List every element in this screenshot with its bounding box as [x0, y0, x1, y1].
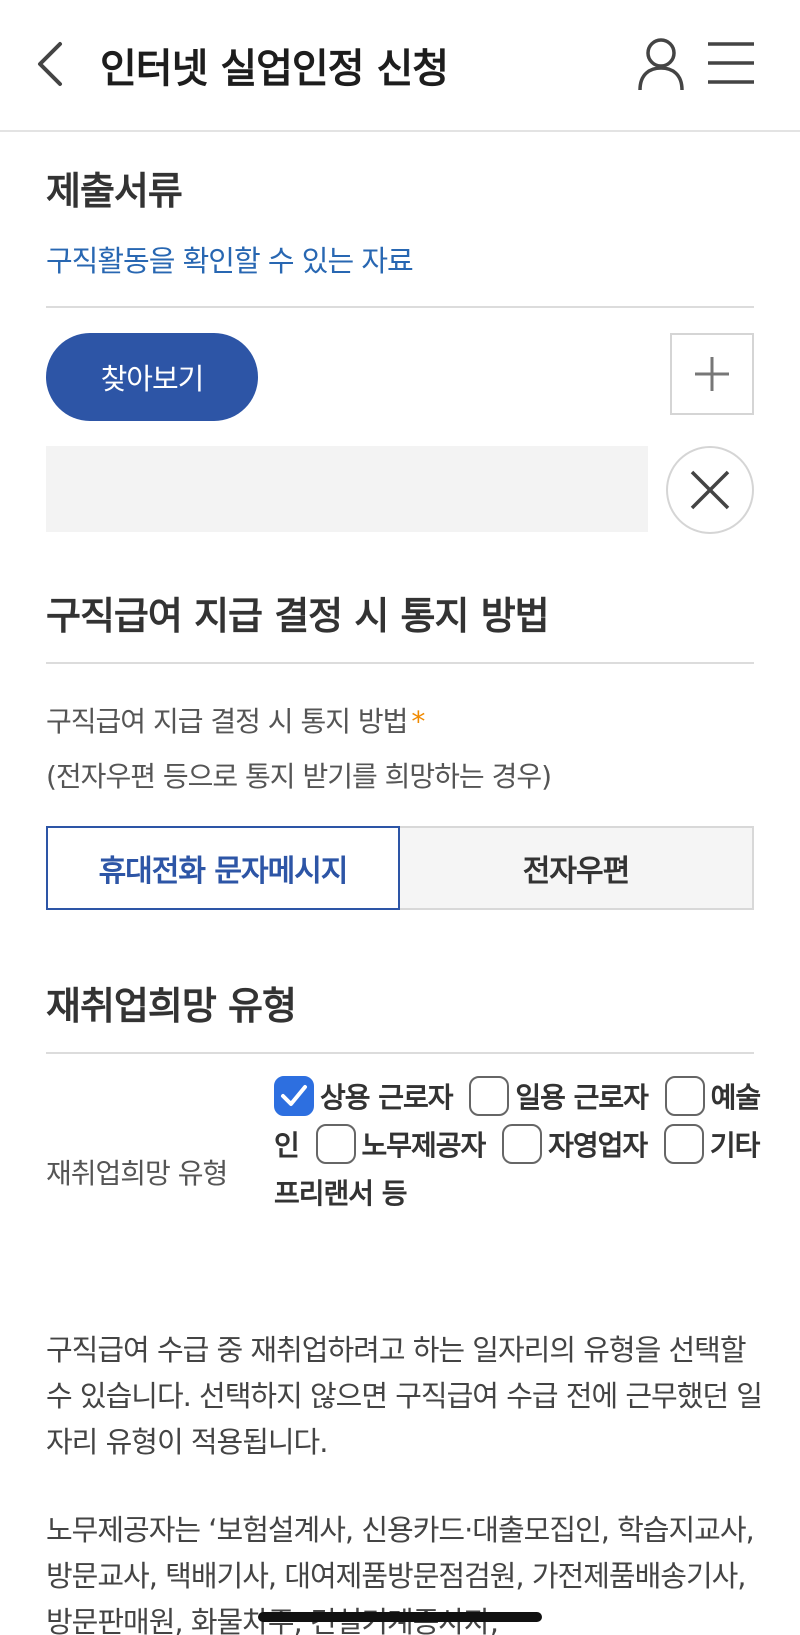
menu-button[interactable]: [706, 40, 756, 86]
divider: [46, 662, 754, 664]
documents-heading: 제출서류: [46, 169, 183, 213]
option-email[interactable]: 전자우편: [400, 826, 754, 910]
browse-button[interactable]: 찾아보기: [46, 333, 258, 421]
divider: [46, 306, 754, 308]
checkbox[interactable]: [315, 1124, 356, 1164]
reemployment-options: 상용 근로자 일용 근로자 예술인 노무제공자 자영업자 기타 프리랜서 등: [274, 1074, 764, 1218]
hamburger-menu-icon: [708, 42, 754, 84]
plus-icon: [695, 357, 729, 391]
checkbox-checked[interactable]: [274, 1076, 314, 1116]
option-regular-worker[interactable]: 상용 근로자: [274, 1076, 454, 1116]
option-label: 일용 근로자: [515, 1081, 649, 1114]
notification-hint: (전자우편 등으로 통지 받기를 희망하는 경우): [46, 760, 552, 793]
check-icon: [281, 1085, 307, 1106]
reemployment-field-label: 재취업희망 유형: [46, 1157, 228, 1190]
notification-field-label: 구직급여 지급 결정 시 통지 방법 *: [46, 700, 425, 740]
notification-heading: 구직급여 지급 결정 시 통지 방법: [46, 594, 550, 638]
required-mark: *: [411, 705, 425, 738]
back-button[interactable]: [30, 36, 74, 92]
add-file-button[interactable]: [670, 333, 754, 415]
close-icon: [690, 470, 730, 510]
reemployment-heading: 재취업희망 유형: [46, 984, 297, 1028]
option-labor-provider[interactable]: 노무제공자: [315, 1124, 487, 1164]
option-label: 상용 근로자: [320, 1081, 454, 1114]
option-label: 노무제공자: [361, 1129, 487, 1162]
user-icon: [638, 38, 684, 91]
app-header: 인터넷 실업인정 신청: [0, 0, 800, 132]
user-button[interactable]: [636, 36, 686, 92]
notification-label-text: 구직급여 지급 결정 시 통지 방법: [46, 705, 408, 738]
job-search-proof-link[interactable]: 구직활동을 확인할 수 있는 자료: [46, 238, 414, 280]
page-title: 인터넷 실업인정 신청: [100, 46, 449, 92]
option-label: 자영업자: [548, 1129, 648, 1162]
checkbox[interactable]: [469, 1076, 510, 1116]
divider: [46, 1052, 754, 1054]
checkbox[interactable]: [663, 1124, 704, 1164]
checkbox[interactable]: [502, 1124, 543, 1164]
file-name-field[interactable]: [46, 446, 648, 532]
option-sms[interactable]: 휴대전화 문자메시지: [46, 826, 400, 910]
home-indicator: [258, 1612, 542, 1622]
reemployment-description: 구직급여 수급 중 재취업하려고 하는 일자리의 유형을 선택할 수 있습니다.…: [46, 1333, 763, 1459]
option-daily-worker[interactable]: 일용 근로자: [469, 1076, 649, 1116]
checkbox[interactable]: [664, 1076, 705, 1116]
remove-file-button[interactable]: [666, 446, 754, 534]
option-self-employed[interactable]: 자영업자: [502, 1124, 648, 1164]
chevron-left-icon: [38, 42, 62, 86]
